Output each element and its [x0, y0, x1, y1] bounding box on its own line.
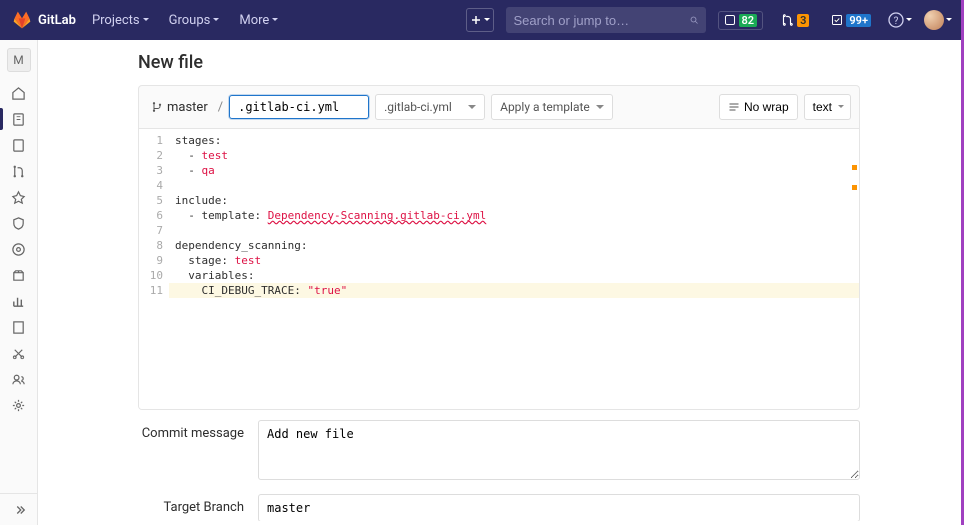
gitlab-logo[interactable]: GitLab [12, 10, 76, 30]
search-input[interactable] [514, 13, 690, 28]
sidebar-issues[interactable] [0, 132, 38, 158]
sidebar-snippets[interactable] [0, 340, 38, 366]
commit-message-input[interactable] [258, 420, 860, 480]
nav-projects[interactable]: Projects [88, 13, 153, 28]
todo-icon [831, 14, 843, 26]
chevron-down-icon [143, 18, 149, 24]
new-dropdown[interactable] [466, 8, 494, 32]
wrap-icon [728, 101, 740, 113]
main-content: New file master / .gitlab-ci.yml Apply a… [38, 40, 960, 521]
chevron-down-icon [946, 18, 952, 24]
project-avatar[interactable]: M [7, 48, 31, 72]
plus-icon [470, 14, 482, 26]
sidebar-repository[interactable] [0, 106, 38, 132]
nav-todos-badge[interactable]: 99+ [826, 12, 876, 29]
nav-mr-badge[interactable]: 3 [775, 11, 814, 29]
language-dropdown[interactable]: text [804, 94, 851, 120]
code-area[interactable]: stages: - test - qainclude: - template: … [169, 129, 859, 409]
sidebar-members[interactable] [0, 366, 38, 392]
branch-icon [151, 100, 163, 114]
question-icon: ? [888, 12, 904, 28]
scroll-marker [852, 165, 857, 170]
nav-more[interactable]: More [235, 13, 282, 28]
code-editor[interactable]: 1234567891011 stages: - test - qainclude… [138, 128, 860, 410]
project-sidebar: M [0, 40, 38, 525]
line-gutter: 1234567891011 [139, 129, 169, 409]
sidebar-merge-requests[interactable] [0, 158, 38, 184]
path-sep: / [218, 100, 223, 115]
scroll-marker [852, 185, 857, 190]
chevron-down-icon [272, 18, 278, 24]
target-branch-label: Target Branch [138, 494, 258, 521]
sidebar-home[interactable] [0, 80, 38, 106]
sidebar-wiki[interactable] [0, 314, 38, 340]
issue-icon [724, 14, 736, 26]
top-nav: GitLab Projects Groups More 82 3 99+ ? [0, 0, 964, 40]
sidebar-security[interactable] [0, 210, 38, 236]
merge-request-icon [780, 13, 794, 27]
commit-message-label: Commit message [138, 420, 258, 484]
chevron-down-icon [906, 18, 912, 24]
sidebar-operations[interactable] [0, 236, 38, 262]
filename-input[interactable] [229, 95, 369, 119]
branch-name: master [167, 100, 208, 115]
sidebar-cicd[interactable] [0, 184, 38, 210]
chevron-down-icon [213, 18, 219, 24]
apply-template-dropdown[interactable]: Apply a template [491, 94, 613, 120]
wrap-toggle[interactable]: No wrap [719, 94, 798, 120]
commit-message-row: Commit message [138, 420, 860, 484]
file-toolbar: master / .gitlab-ci.yml Apply a template… [138, 85, 860, 128]
sidebar-settings[interactable] [0, 392, 38, 418]
target-branch-row: Target Branch [138, 494, 860, 521]
brand-text: GitLab [38, 13, 76, 28]
sidebar-collapse-toggle[interactable] [0, 493, 38, 525]
avatar-icon [924, 10, 944, 30]
svg-text:?: ? [894, 16, 899, 27]
tanuki-icon [12, 10, 32, 30]
global-search[interactable] [506, 7, 706, 33]
sidebar-analytics[interactable] [0, 288, 38, 314]
nav-user-menu[interactable] [924, 10, 952, 30]
template-type-dropdown[interactable]: .gitlab-ci.yml [375, 94, 485, 120]
target-branch-input[interactable] [258, 494, 860, 521]
nav-groups[interactable]: Groups [165, 13, 224, 28]
page-title: New file [138, 52, 860, 73]
search-icon [690, 13, 698, 27]
chevron-down-icon [484, 18, 490, 24]
branch-indicator: master [147, 100, 212, 115]
nav-help[interactable]: ? [888, 12, 912, 28]
nav-issues-badge[interactable]: 82 [718, 11, 764, 30]
sidebar-packages[interactable] [0, 262, 38, 288]
